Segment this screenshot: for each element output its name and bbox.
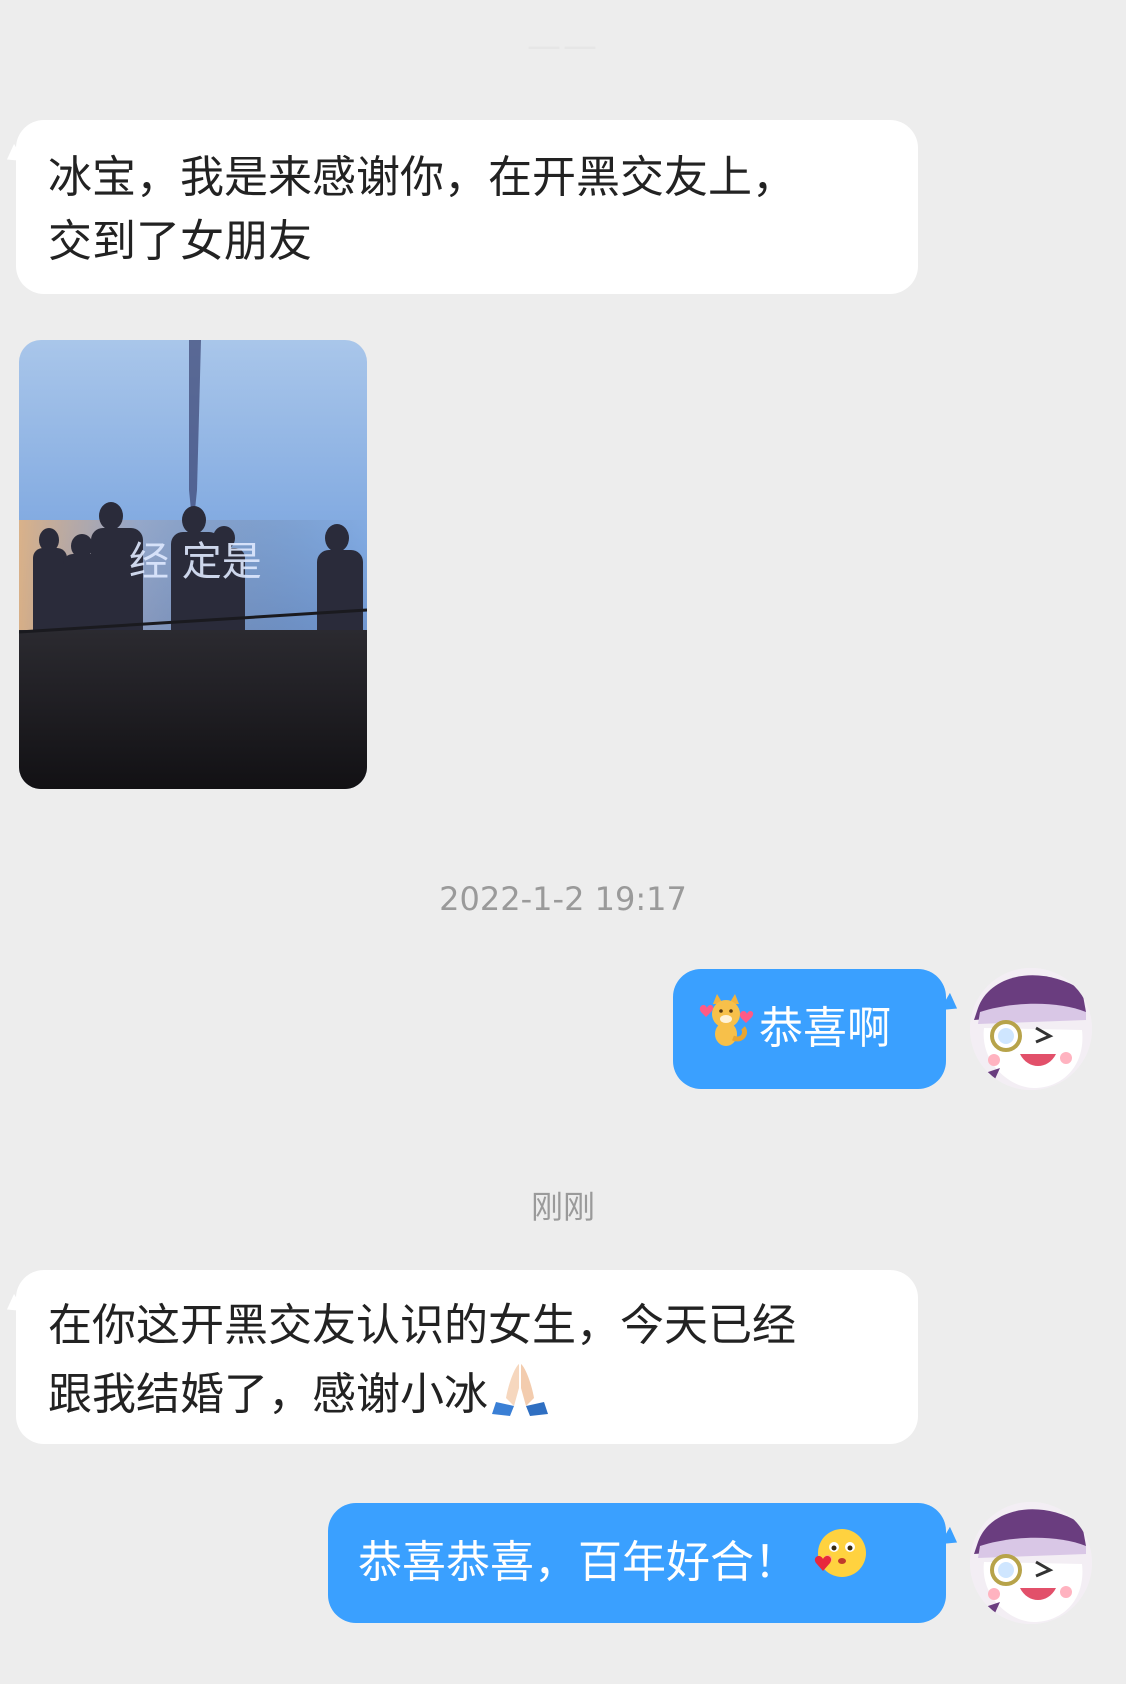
message-timestamp: 刚刚: [530, 1188, 595, 1226]
message-timestamp: 2022-1-2 19:17: [439, 880, 687, 918]
message-text: 恭喜啊: [759, 1003, 891, 1054]
message-text-line: 交到了女朋友: [48, 216, 312, 267]
message-text-line: 跟我结婚了，感谢小冰: [48, 1369, 488, 1420]
outgoing-message-bubble[interactable]: 恭喜啊: [673, 969, 946, 1089]
folded-hands-icon: [488, 1358, 552, 1436]
photo-image: 经 定是: [19, 340, 367, 789]
message-text-line: 冰宝，我是来感谢你，在开黑交友上，: [48, 152, 796, 203]
chat-header-title: ——: [527, 26, 599, 66]
incoming-message-bubble[interactable]: 冰宝，我是来感谢你，在开黑交友上， 交到了女朋友: [16, 120, 918, 294]
incoming-message-bubble[interactable]: 在你这开黑交友认识的女生，今天已经 跟我结婚了，感谢小冰: [16, 1270, 918, 1444]
outgoing-message-bubble[interactable]: 恭喜恭喜，百年好合！: [328, 1503, 946, 1623]
message-text-line: 在你这开黑交友认识的女生，今天已经: [48, 1300, 796, 1351]
incoming-photo-message[interactable]: 经 定是: [19, 340, 367, 789]
fox-hearts-sticker-icon: [695, 992, 755, 1066]
photo-overlay-text: 经 定是: [129, 539, 262, 585]
user-avatar[interactable]: [970, 968, 1092, 1090]
message-text: 恭喜恭喜，百年好合！: [358, 1537, 798, 1588]
user-avatar[interactable]: [970, 1502, 1092, 1624]
blushing-heart-face-icon: [812, 1525, 870, 1601]
